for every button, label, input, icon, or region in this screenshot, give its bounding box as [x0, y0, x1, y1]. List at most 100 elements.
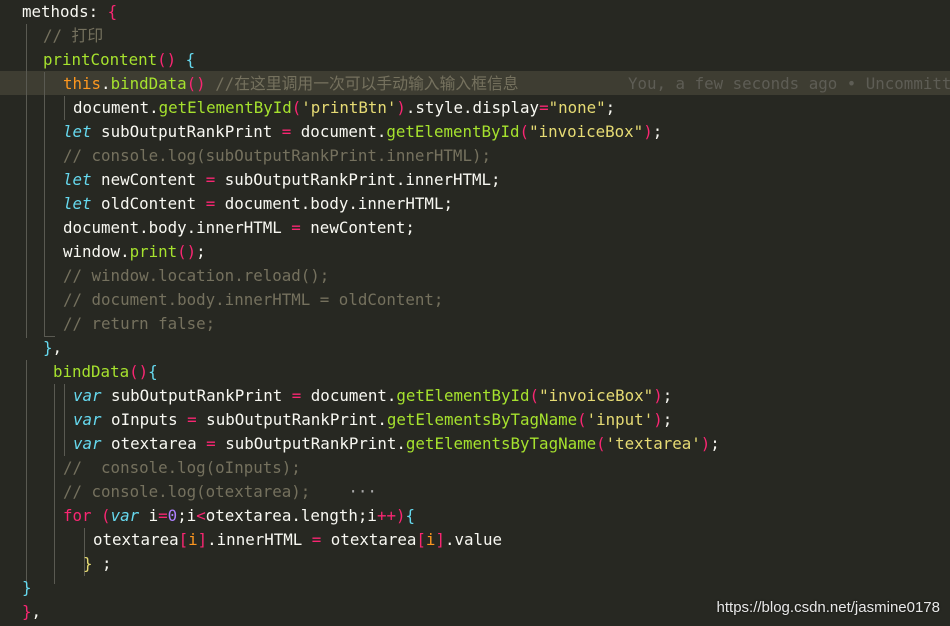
code-token: } [43, 338, 53, 357]
code-token: [ [416, 530, 426, 549]
code-token: otextarea.length;i [205, 506, 377, 525]
code-line[interactable]: // window.location.reload(); [0, 264, 950, 288]
code-string: 'textarea' [605, 434, 701, 453]
code-token: ( [529, 386, 540, 405]
code-token: bindData [53, 362, 130, 381]
code-keyword: var [73, 410, 102, 429]
code-token: () [129, 362, 149, 381]
code-token: = [281, 122, 292, 141]
git-blame-annotation[interactable]: You, a few seconds ago • Uncommitted cha… [628, 72, 950, 96]
code-string: "invoiceBox" [529, 122, 644, 141]
code-keyword: var [73, 434, 102, 453]
code-comment: // document.body.innerHTML = oldContent; [63, 290, 444, 309]
code-line[interactable]: // console.log(subOutputRankPrint.innerH… [0, 144, 950, 168]
code-token: ( [596, 434, 606, 453]
code-line[interactable]: } [0, 576, 950, 600]
code-line[interactable]: var oInputs = subOutputRankPrint.getElem… [0, 408, 950, 432]
code-token: ; [710, 434, 720, 453]
code-token: ] [197, 530, 208, 549]
code-line[interactable]: document.getElementById('printBtn').styl… [0, 96, 950, 120]
code-line[interactable]: }, [0, 336, 950, 360]
code-token: ) [700, 434, 711, 453]
code-token: document.body.innerHTML [63, 218, 292, 237]
code-token: getElementsByTagName [405, 434, 597, 453]
code-line[interactable]: // console.log(oInputs); [0, 456, 950, 480]
code-token: document. [73, 98, 159, 117]
code-token: document. [301, 386, 397, 405]
code-token: ++ [376, 506, 396, 525]
code-token: newContent; [300, 218, 415, 237]
code-token: .innerHTML [207, 530, 312, 549]
code-token: ) [643, 122, 653, 141]
watermark-text: https://blog.csdn.net/jasmine0178 [716, 599, 940, 616]
code-token: .value [444, 530, 503, 549]
code-token: otextarea [93, 530, 179, 549]
code-line-current[interactable]: this.bindData() //在这里调用一次可以手动输入输入框信息 You,… [0, 72, 950, 96]
code-token: oInputs [101, 410, 188, 429]
code-comment: // console.log(subOutputRankPrint.innerH… [63, 146, 491, 165]
code-token: subOutputRankPrint [101, 386, 292, 405]
code-line[interactable]: window.print(); [0, 240, 950, 264]
code-line[interactable]: // 打印 [0, 24, 950, 48]
code-token: ; [652, 122, 663, 141]
code-token: , [31, 602, 42, 621]
code-token: ( [519, 122, 530, 141]
code-token: document.body.innerHTML; [215, 194, 453, 213]
code-token: = [187, 410, 197, 429]
code-line[interactable]: otextarea[i].innerHTML = otextarea[i].va… [0, 528, 950, 552]
code-line[interactable]: // return false; [0, 312, 950, 336]
code-line[interactable]: var otextarea = subOutputRankPrint.getEl… [0, 432, 950, 456]
code-token: = [158, 506, 168, 525]
code-token: methods: [22, 2, 108, 21]
code-line[interactable]: // document.body.innerHTML = oldContent; [0, 288, 950, 312]
code-token: { [176, 50, 196, 69]
code-string: 'printBtn' [301, 98, 397, 117]
code-token: = [291, 218, 301, 237]
code-line[interactable]: methods: { [0, 0, 950, 24]
code-token: , [52, 338, 63, 357]
code-token: < [196, 506, 206, 525]
code-editor[interactable]: methods: { // 打印 printContent() { this.b… [0, 0, 950, 626]
code-token: ;i [177, 506, 197, 525]
code-token: ( [577, 410, 587, 429]
code-string: 'input' [586, 410, 654, 429]
code-token: i [139, 506, 159, 525]
code-line[interactable]: // console.log(otextarea); ··· [0, 480, 950, 504]
code-line[interactable]: let oldContent = document.body.innerHTML… [0, 192, 950, 216]
code-string: "none" [548, 98, 606, 117]
code-line[interactable]: bindData(){ [0, 360, 950, 384]
code-token: ; [662, 410, 673, 429]
code-token: ; [605, 98, 616, 117]
code-line[interactable]: var subOutputRankPrint = document.getEle… [0, 384, 950, 408]
fold-ellipsis-icon[interactable]: ··· [310, 482, 377, 501]
code-token: = [539, 98, 549, 117]
code-line[interactable]: let subOutputRankPrint = document.getEle… [0, 120, 950, 144]
code-token: subOutputRankPrint. [215, 434, 406, 453]
code-token: getElementById [158, 98, 292, 117]
code-keyword: let [63, 170, 92, 189]
code-line[interactable]: } ; [0, 552, 950, 576]
code-string: "invoiceBox" [539, 386, 654, 405]
code-line[interactable]: printContent() { [0, 48, 950, 72]
code-token: () [186, 74, 206, 93]
code-token: } [83, 554, 93, 573]
code-token: i [425, 530, 436, 549]
code-line[interactable]: let newContent = subOutputRankPrint.inne… [0, 168, 950, 192]
code-token: ; [196, 242, 206, 261]
code-token: { [405, 506, 415, 525]
code-line[interactable]: document.body.innerHTML = newContent; [0, 216, 950, 240]
code-token: .style.display [405, 98, 540, 117]
code-token: { [148, 362, 158, 381]
code-token: } [22, 602, 32, 621]
code-comment: // console.log(otextarea); [63, 482, 311, 501]
code-token: subOutputRankPrint [91, 122, 282, 141]
code-token: i [188, 530, 198, 549]
code-token: getElementById [396, 386, 530, 405]
code-keyword: var [110, 506, 140, 525]
code-token: getElementsByTagName [386, 410, 578, 429]
code-comment: // 打印 [43, 26, 104, 45]
code-line[interactable]: for (var i=0;i<otextarea.length;i++){ [0, 504, 950, 528]
code-token: ( [91, 506, 111, 525]
code-token: ) [653, 410, 663, 429]
code-token: print [129, 242, 178, 261]
